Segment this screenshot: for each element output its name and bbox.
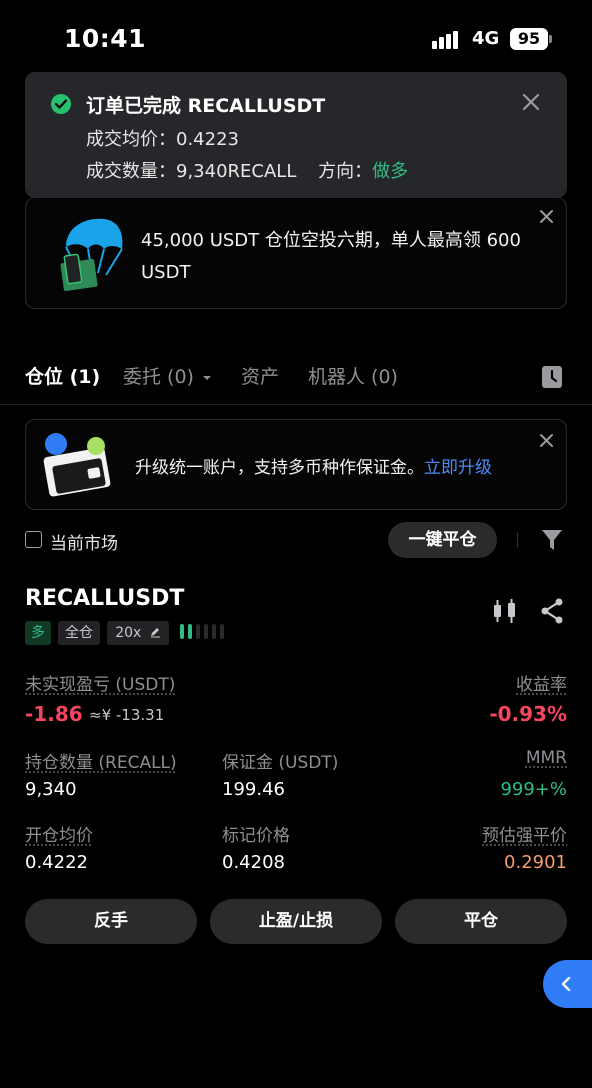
battery-icon <box>549 35 552 43</box>
upgrade-link[interactable]: 立即升级 <box>424 458 492 478</box>
upgrade-text: 升级统一账户，支持多币种作保证金。立即升级 <box>135 453 492 478</box>
check-circle-icon <box>51 94 71 114</box>
upgrade-banner[interactable]: 升级统一账户，支持多币种作保证金。立即升级 <box>25 419 567 510</box>
direction-label: 方向： <box>318 161 372 182</box>
tpsl-button[interactable]: 止盈/止损 <box>210 899 382 944</box>
divider <box>517 532 518 548</box>
parachute-icon <box>58 215 126 293</box>
unrealized-pnl-value: -1.86 <box>25 702 83 726</box>
unrealized-pnl-cny: ≈¥ -13.31 <box>89 706 164 724</box>
qty-value: 9,340RECALL <box>176 161 296 182</box>
clock: 10:41 <box>64 24 146 53</box>
upgrade-message: 升级统一账户，支持多币种作保证金。 <box>135 458 424 478</box>
current-market-checkbox[interactable] <box>25 531 42 548</box>
current-market-label[interactable]: 当前市场 <box>50 529 118 554</box>
margin-mode-tag[interactable]: 全仓 <box>58 621 100 645</box>
qty-label: 成交数量： <box>86 161 176 182</box>
history-icon[interactable] <box>541 365 563 389</box>
chevron-down-icon <box>202 373 212 383</box>
unrealized-pnl-label[interactable]: 未实现盈亏 (USDT) <box>25 670 175 695</box>
leverage-value: 20x <box>115 625 141 641</box>
close-position-button[interactable]: 平仓 <box>395 899 567 944</box>
battery-level: 95 <box>510 28 548 50</box>
tab-bots[interactable]: 机器人 (0) <box>308 362 398 389</box>
liq-price-label[interactable]: 预估强平价 <box>482 821 567 846</box>
signal-icon <box>432 31 464 49</box>
margin-value: 199.46 <box>222 779 285 800</box>
mmr-value: 999+% <box>500 779 567 800</box>
liq-price-value: 0.2901 <box>504 852 567 873</box>
avg-price-label: 成交均价： <box>86 129 176 150</box>
network-type: 4G <box>472 28 499 49</box>
toast-avg-price-row: 成交均价：0.4223 <box>86 125 239 151</box>
kline-icon[interactable] <box>492 598 518 624</box>
close-icon[interactable] <box>539 433 554 448</box>
close-all-button[interactable]: 一键平仓 <box>388 522 497 558</box>
position-symbol[interactable]: RECALLUSDT <box>25 586 184 611</box>
position-tabs: 仓位 (1) 委托 (0) 资产 机器人 (0) <box>25 362 567 392</box>
roi-label[interactable]: 收益率 <box>516 670 567 695</box>
mmr-label[interactable]: MMR <box>526 748 567 768</box>
side-tag: 多 <box>25 621 51 645</box>
tab-assets[interactable]: 资产 <box>241 362 279 389</box>
chevron-left-icon <box>560 977 572 991</box>
order-complete-toast: 订单已完成 RECALLUSDT 成交均价：0.4223 成交数量：9,340R… <box>25 72 567 198</box>
airdrop-banner[interactable]: 45,000 USDT 仓位空投六期，单人最高领 600 USDT <box>25 197 567 309</box>
close-icon[interactable] <box>521 92 541 112</box>
filter-icon[interactable] <box>541 528 563 552</box>
airdrop-text: 45,000 USDT 仓位空投六期，单人最高领 600 USDT <box>141 225 541 289</box>
roi-value: -0.93% <box>489 702 567 726</box>
leverage-tag[interactable]: 20x <box>107 621 169 645</box>
margin-label: 保证金 (USDT) <box>222 748 338 773</box>
tabs-divider <box>0 404 592 405</box>
position-size-label[interactable]: 持仓数量 (RECALL) <box>25 748 177 773</box>
direction-value: 做多 <box>372 161 408 182</box>
side-drawer-toggle[interactable] <box>543 960 592 1008</box>
wallet-icon <box>40 432 120 500</box>
toast-qty-row: 成交数量：9,340RECALL 方向：做多 <box>86 157 408 183</box>
mark-price-label: 标记价格 <box>222 821 290 846</box>
mark-price-value: 0.4208 <box>222 852 285 873</box>
tab-positions[interactable]: 仓位 (1) <box>25 362 100 389</box>
tab-orders[interactable]: 委托 (0) <box>123 362 212 389</box>
reverse-button[interactable]: 反手 <box>25 899 197 944</box>
edit-icon <box>149 626 161 638</box>
avg-price-value: 0.4223 <box>176 129 239 150</box>
risk-level-bars <box>180 624 224 639</box>
filter-row: 当前市场 一键平仓 <box>25 522 567 558</box>
tab-orders-label: 委托 (0) <box>123 366 194 388</box>
entry-price-value: 0.4222 <box>25 852 88 873</box>
share-icon[interactable] <box>540 598 564 624</box>
entry-price-label[interactable]: 开仓均价 <box>25 821 93 846</box>
position-size-value: 9,340 <box>25 779 77 800</box>
close-icon[interactable] <box>539 209 554 224</box>
status-bar: 10:41 4G 95 <box>0 0 592 80</box>
toast-title: 订单已完成 RECALLUSDT <box>86 91 325 118</box>
